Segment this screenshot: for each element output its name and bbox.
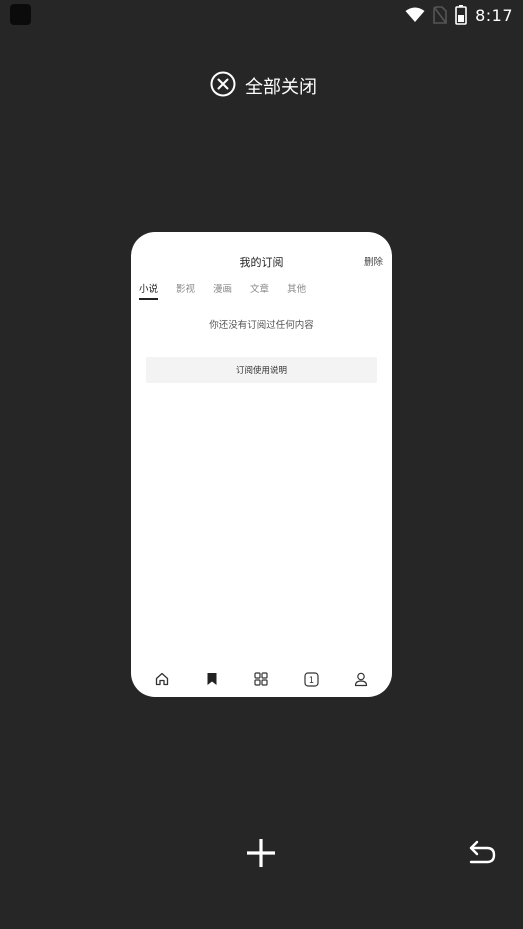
status-icons: 8:17	[405, 4, 513, 26]
battery-icon	[455, 5, 467, 25]
tab-article[interactable]: 文章	[250, 281, 269, 299]
new-tab-button[interactable]	[243, 835, 279, 871]
sim-off-icon	[433, 6, 447, 24]
close-circle-icon	[210, 71, 236, 101]
page-title: 我的订阅	[239, 256, 284, 269]
app-icon	[10, 4, 31, 25]
back-arrow-icon	[466, 840, 498, 874]
tab-novel[interactable]: 小说	[139, 281, 159, 300]
plus-icon	[243, 839, 279, 875]
bottom-nav: 1	[131, 661, 392, 697]
tab-comic[interactable]: 漫画	[213, 281, 232, 299]
category-tabs: 小说 影视 漫画 文章 其他	[139, 281, 306, 300]
card-header: 我的订阅 删除	[131, 232, 392, 280]
tab-video[interactable]: 影视	[176, 281, 195, 299]
bookmark-icon[interactable]	[201, 668, 223, 690]
tab-count: 1	[309, 676, 314, 686]
back-button[interactable]	[466, 838, 498, 870]
wifi-icon	[405, 7, 425, 23]
delete-button[interactable]: 删除	[364, 254, 383, 268]
tab-other[interactable]: 其他	[287, 281, 306, 299]
clock: 8:17	[475, 5, 513, 25]
user-icon[interactable]	[350, 668, 372, 690]
grid-icon[interactable]	[250, 668, 272, 690]
tab-preview-card[interactable]: 我的订阅 删除 小说 影视 漫画 文章 其他 你还没有订阅过任何内容 订阅使用说…	[131, 232, 392, 697]
close-all-label: 全部关闭	[245, 77, 317, 98]
home-icon[interactable]	[151, 668, 173, 690]
subscription-tutorial-button[interactable]: 订阅使用说明	[146, 357, 377, 383]
empty-message: 你还没有订阅过任何内容	[209, 320, 314, 331]
tabs-count-icon[interactable]: 1	[300, 668, 322, 690]
status-bar: 8:17	[0, 0, 523, 30]
close-all-button[interactable]: 全部关闭	[210, 71, 317, 101]
